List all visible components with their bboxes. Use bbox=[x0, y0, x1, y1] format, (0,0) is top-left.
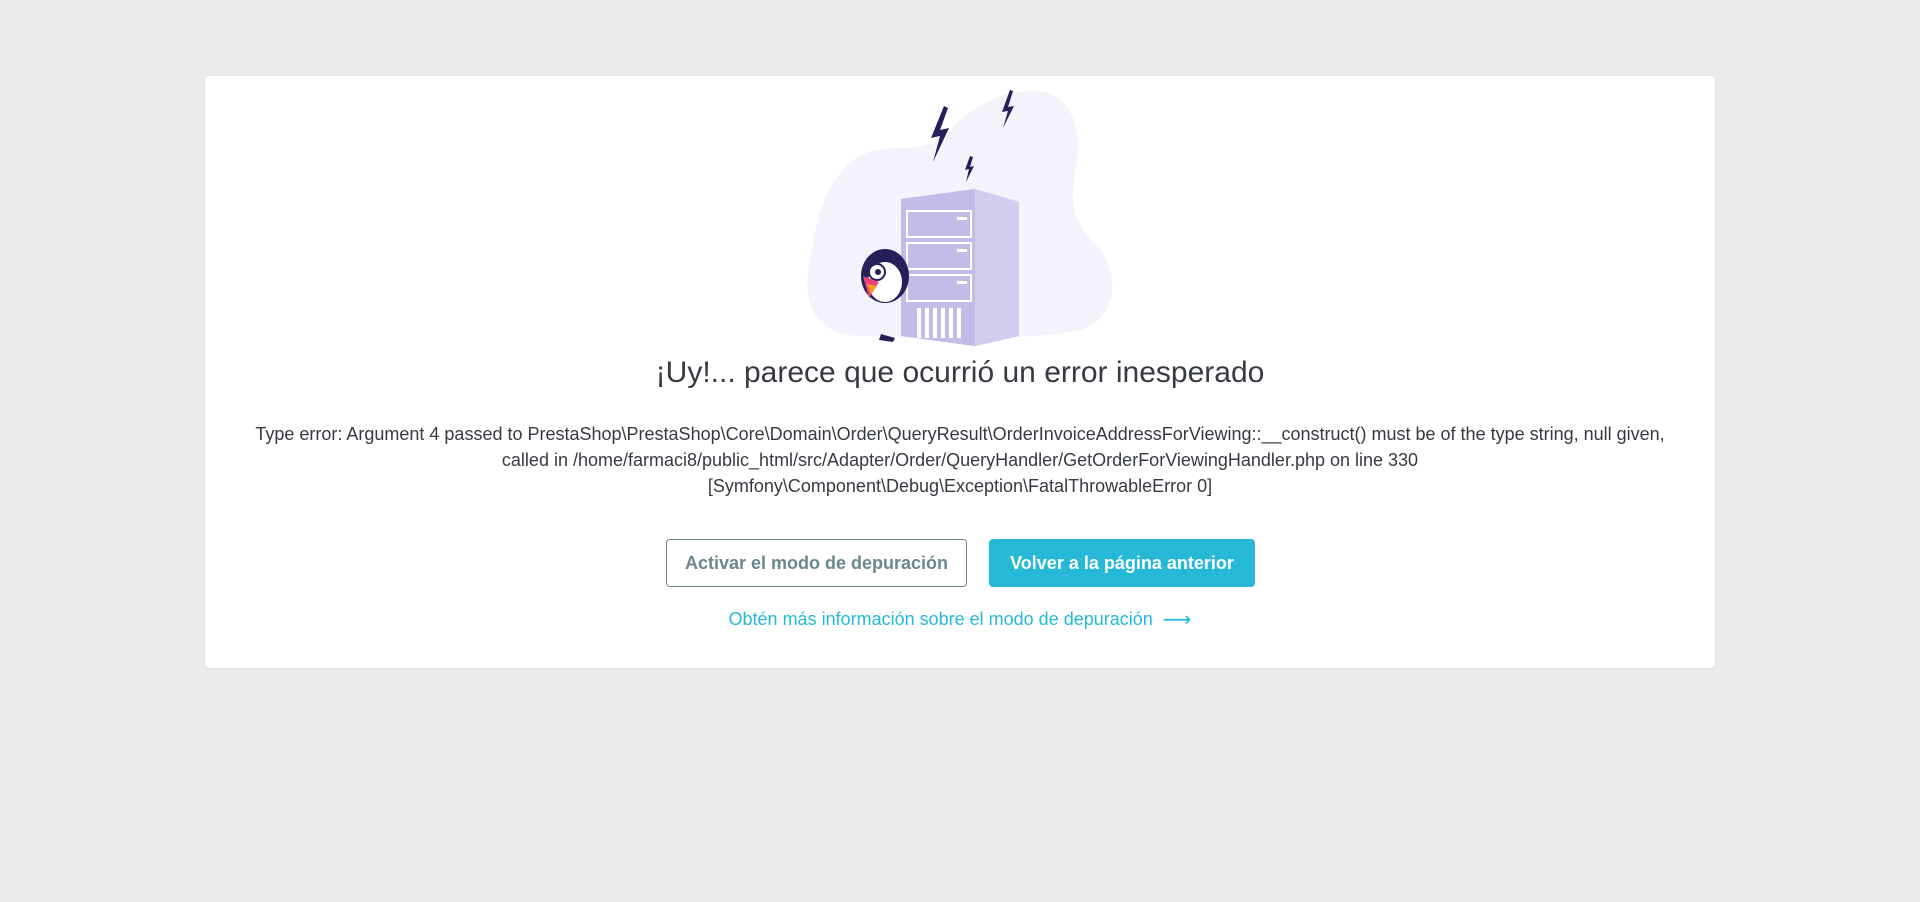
error-message-line: called in /home/farmaci8/public_html/src… bbox=[501, 450, 1419, 470]
error-message-line: Type error: Argument 4 passed to PrestaS… bbox=[255, 424, 1665, 444]
debug-mode-info-link-label: Obtén más información sobre el modo de d… bbox=[728, 609, 1153, 629]
error-title: ¡Uy!... parece que ocurrió un error ines… bbox=[655, 356, 1265, 389]
error-card: ¡Uy!... parece que ocurrió un error ines… bbox=[205, 76, 1715, 668]
enable-debug-mode-button[interactable]: Activar el modo de depuración bbox=[666, 539, 967, 587]
go-back-button[interactable]: Volver a la página anterior bbox=[989, 539, 1255, 587]
server-icon bbox=[901, 189, 1019, 346]
error-message-line: [Symfony\Component\Debug\Exception\Fatal… bbox=[707, 476, 1213, 496]
debug-mode-info-link[interactable]: Obtén más información sobre el modo de d… bbox=[205, 607, 1715, 632]
arrow-right-icon: ⟶ bbox=[1162, 609, 1192, 631]
server-error-illustration bbox=[807, 90, 1113, 346]
error-message: Type error: Argument 4 passed to PrestaS… bbox=[235, 421, 1685, 499]
